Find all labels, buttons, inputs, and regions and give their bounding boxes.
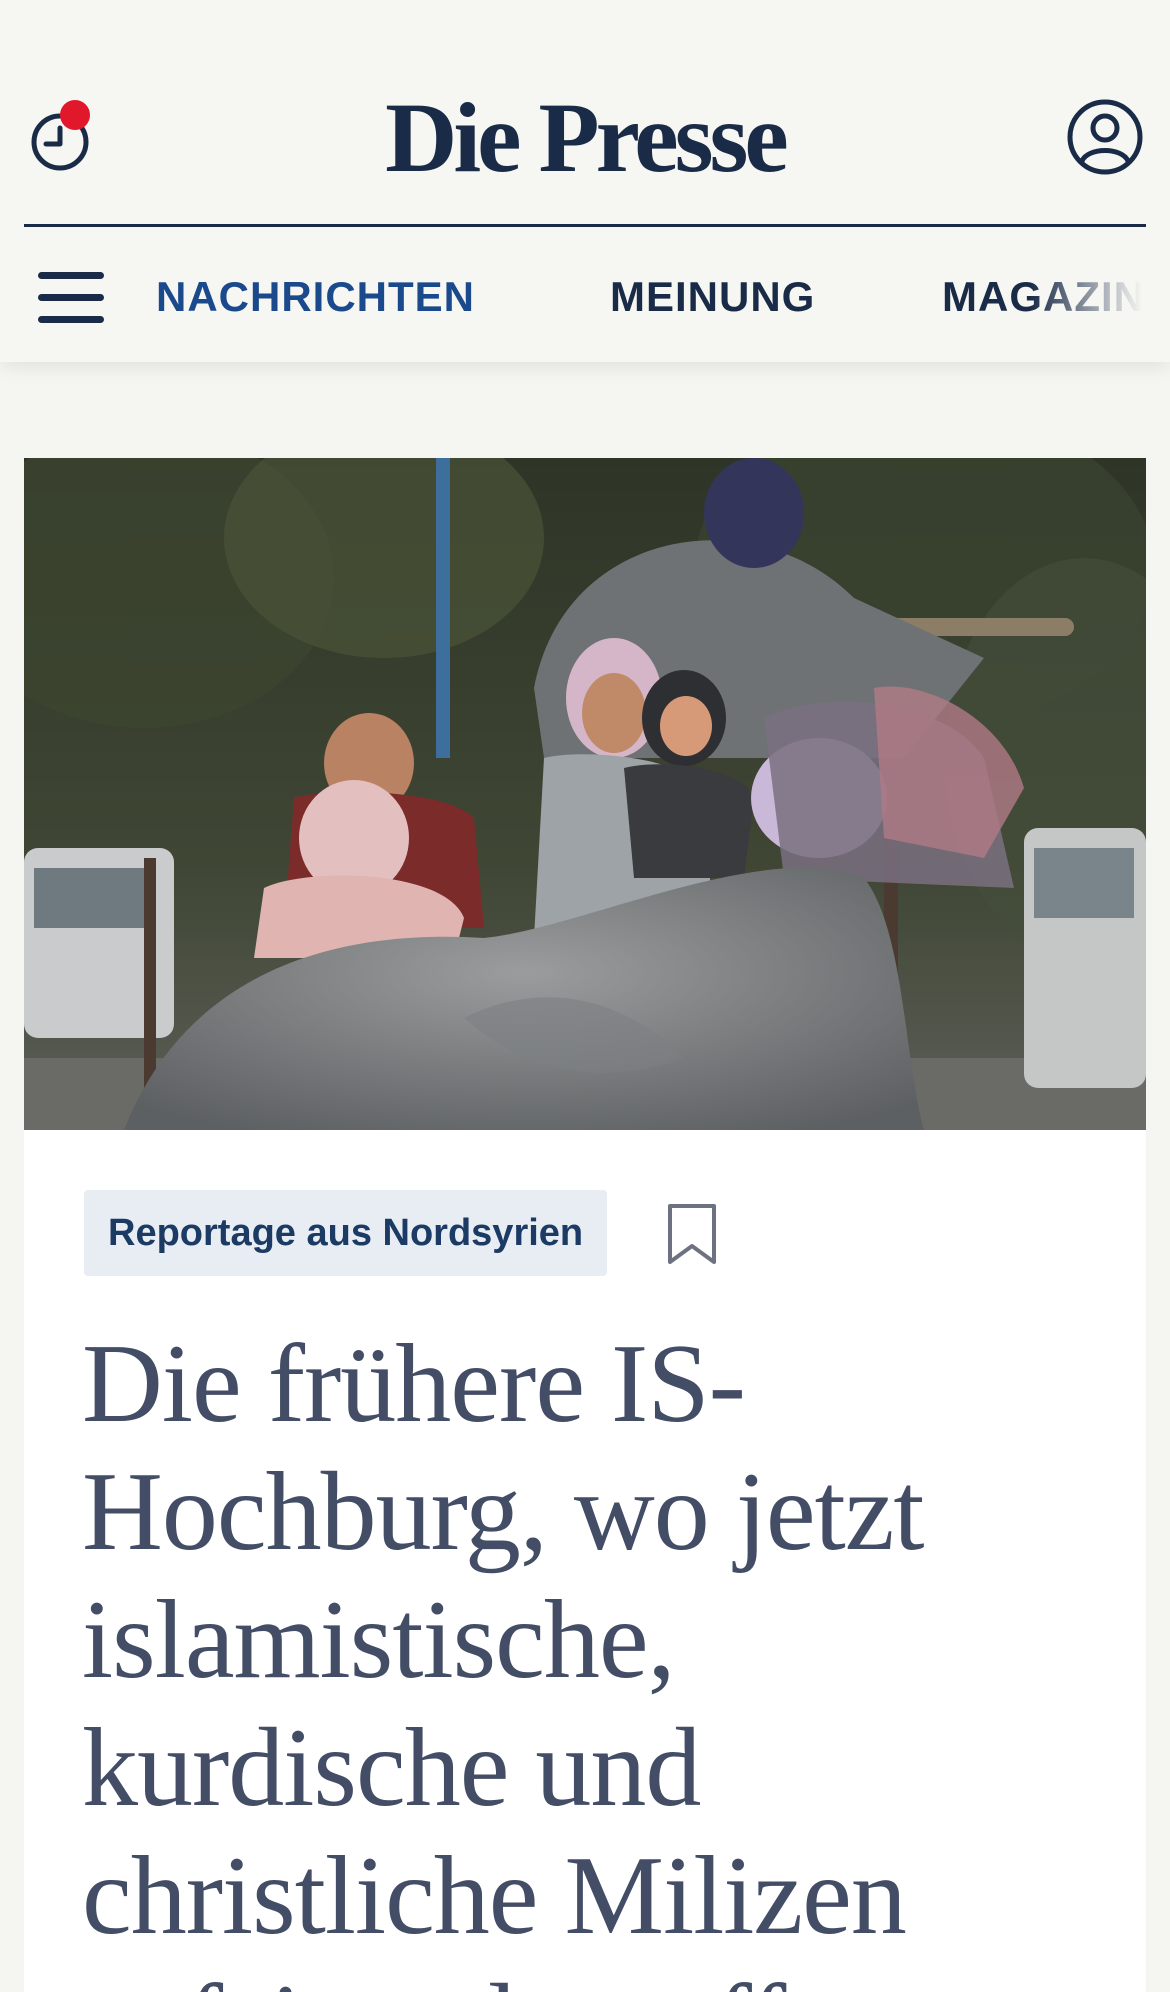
article-hero-image[interactable] xyxy=(24,458,1146,1130)
article-kicker-tag[interactable]: Reportage aus Nordsyrien xyxy=(84,1190,608,1276)
bookmark-button[interactable] xyxy=(666,1202,718,1268)
site-header: Die Presse NACHRICHTEN MEINUNG MAGAZIN xyxy=(0,0,1170,362)
nav-item-nachrichten[interactable]: NACHRICHTEN xyxy=(156,272,475,322)
header-divider xyxy=(24,224,1146,227)
nav-item-magazin[interactable]: MAGAZIN xyxy=(942,272,1145,322)
bookmark-icon xyxy=(668,1204,716,1264)
hamburger-menu-icon[interactable] xyxy=(38,270,106,324)
user-circle-icon xyxy=(1067,99,1143,175)
article-teaser-card[interactable]: Reportage aus Nordsyrien Die frühere IS-… xyxy=(24,458,1146,1992)
account-button[interactable] xyxy=(1066,98,1144,176)
nav-item-meinung[interactable]: MEINUNG xyxy=(610,272,815,322)
refugee-family-photo xyxy=(24,458,1146,1130)
site-logo[interactable]: Die Presse xyxy=(0,72,1170,204)
article-headline[interactable]: Die frühere IS-Hochburg, wo jetzt islami… xyxy=(82,1320,1092,1992)
main-navigation: NACHRICHTEN MEINUNG MAGAZIN xyxy=(0,228,1170,362)
